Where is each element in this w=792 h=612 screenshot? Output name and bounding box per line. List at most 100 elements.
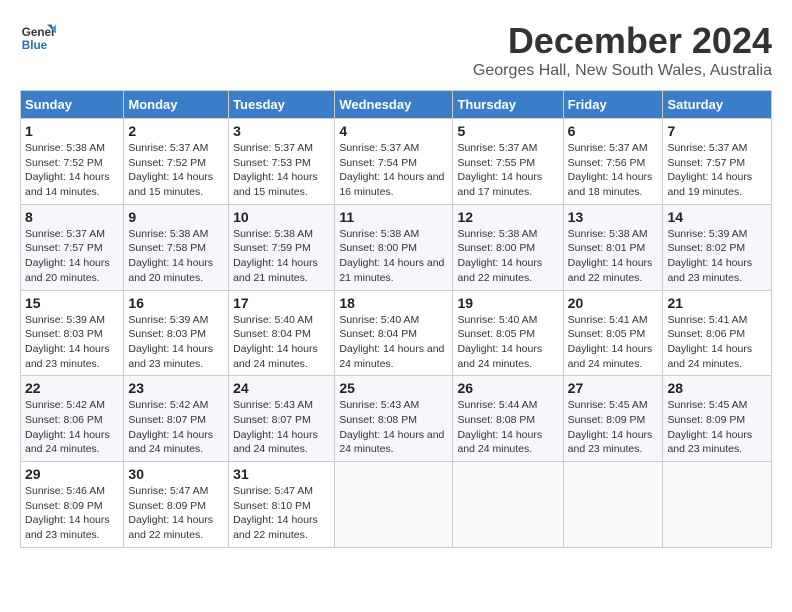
day-number: 8 [25,209,119,225]
calendar-cell: 5 Sunrise: 5:37 AMSunset: 7:55 PMDaylight… [453,119,563,205]
day-detail: Sunrise: 5:40 AMSunset: 8:05 PMDaylight:… [457,313,558,372]
day-number: 4 [339,123,448,139]
calendar-cell: 15 Sunrise: 5:39 AMSunset: 8:03 PMDayligh… [21,290,124,376]
day-number: 29 [25,466,119,482]
calendar-cell: 1 Sunrise: 5:38 AMSunset: 7:52 PMDaylight… [21,119,124,205]
day-detail: Sunrise: 5:43 AMSunset: 8:08 PMDaylight:… [339,398,448,457]
logo: General Blue [20,20,56,56]
header: General Blue December 2024 Georges Hall,… [20,20,772,80]
subtitle: Georges Hall, New South Wales, Australia [473,62,772,80]
col-wednesday: Wednesday [335,91,453,119]
col-thursday: Thursday [453,91,563,119]
calendar-cell: 16 Sunrise: 5:39 AMSunset: 8:03 PMDayligh… [124,290,229,376]
col-tuesday: Tuesday [229,91,335,119]
day-number: 17 [233,295,330,311]
day-detail: Sunrise: 5:46 AMSunset: 8:09 PMDaylight:… [25,484,119,543]
calendar-week-1: 1 Sunrise: 5:38 AMSunset: 7:52 PMDaylight… [21,119,772,205]
calendar-cell: 19 Sunrise: 5:40 AMSunset: 8:05 PMDayligh… [453,290,563,376]
day-detail: Sunrise: 5:37 AMSunset: 7:55 PMDaylight:… [457,141,558,200]
day-detail: Sunrise: 5:38 AMSunset: 8:00 PMDaylight:… [339,227,448,286]
day-detail: Sunrise: 5:40 AMSunset: 8:04 PMDaylight:… [339,313,448,372]
day-detail: Sunrise: 5:38 AMSunset: 7:59 PMDaylight:… [233,227,330,286]
day-number: 18 [339,295,448,311]
day-number: 15 [25,295,119,311]
header-row: Sunday Monday Tuesday Wednesday Thursday… [21,91,772,119]
calendar-cell: 31 Sunrise: 5:47 AMSunset: 8:10 PMDayligh… [229,462,335,548]
calendar-cell: 24 Sunrise: 5:43 AMSunset: 8:07 PMDayligh… [229,376,335,462]
calendar-week-3: 15 Sunrise: 5:39 AMSunset: 8:03 PMDayligh… [21,290,772,376]
month-title: December 2024 [473,20,772,62]
col-monday: Monday [124,91,229,119]
calendar-cell: 22 Sunrise: 5:42 AMSunset: 8:06 PMDayligh… [21,376,124,462]
calendar-cell: 2 Sunrise: 5:37 AMSunset: 7:52 PMDaylight… [124,119,229,205]
calendar-cell: 14Sunrise: 5:39 AMSunset: 8:02 PMDayligh… [663,204,772,290]
day-number: 10 [233,209,330,225]
day-detail: Sunrise: 5:47 AMSunset: 8:09 PMDaylight:… [128,484,224,543]
calendar-week-2: 8 Sunrise: 5:37 AMSunset: 7:57 PMDaylight… [21,204,772,290]
day-detail: Sunrise: 5:37 AMSunset: 7:52 PMDaylight:… [128,141,224,200]
calendar-cell: 9Sunrise: 5:38 AMSunset: 7:58 PMDaylight… [124,204,229,290]
day-detail: Sunrise: 5:38 AMSunset: 7:58 PMDaylight:… [128,227,224,286]
col-sunday: Sunday [21,91,124,119]
day-number: 11 [339,209,448,225]
day-detail: Sunrise: 5:38 AMSunset: 7:52 PMDaylight:… [25,141,119,200]
day-number: 26 [457,380,558,396]
day-number: 21 [667,295,767,311]
calendar-cell: 6Sunrise: 5:37 AMSunset: 7:56 PMDaylight… [563,119,663,205]
title-area: December 2024 Georges Hall, New South Wa… [473,20,772,80]
day-detail: Sunrise: 5:45 AMSunset: 8:09 PMDaylight:… [568,398,659,457]
svg-text:Blue: Blue [22,39,48,52]
calendar-week-5: 29 Sunrise: 5:46 AMSunset: 8:09 PMDayligh… [21,462,772,548]
calendar-cell: 30Sunrise: 5:47 AMSunset: 8:09 PMDayligh… [124,462,229,548]
calendar-cell: 28 Sunrise: 5:45 AMSunset: 8:09 PMDayligh… [663,376,772,462]
day-number: 5 [457,123,558,139]
day-number: 20 [568,295,659,311]
day-detail: Sunrise: 5:39 AMSunset: 8:03 PMDaylight:… [25,313,119,372]
day-number: 1 [25,123,119,139]
calendar-cell: 11 Sunrise: 5:38 AMSunset: 8:00 PMDayligh… [335,204,453,290]
col-friday: Friday [563,91,663,119]
day-number: 24 [233,380,330,396]
day-number: 16 [128,295,224,311]
calendar-cell: 13Sunrise: 5:38 AMSunset: 8:01 PMDayligh… [563,204,663,290]
calendar-cell: 20Sunrise: 5:41 AMSunset: 8:05 PMDayligh… [563,290,663,376]
calendar-cell [663,462,772,548]
day-number: 22 [25,380,119,396]
day-number: 7 [667,123,767,139]
calendar-cell: 12 Sunrise: 5:38 AMSunset: 8:00 PMDayligh… [453,204,563,290]
day-number: 28 [667,380,767,396]
day-number: 3 [233,123,330,139]
calendar-cell: 23 Sunrise: 5:42 AMSunset: 8:07 PMDayligh… [124,376,229,462]
day-detail: Sunrise: 5:42 AMSunset: 8:07 PMDaylight:… [128,398,224,457]
calendar-cell: 27 Sunrise: 5:45 AMSunset: 8:09 PMDayligh… [563,376,663,462]
calendar-cell: 17 Sunrise: 5:40 AMSunset: 8:04 PMDayligh… [229,290,335,376]
day-detail: Sunrise: 5:37 AMSunset: 7:57 PMDaylight:… [25,227,119,286]
day-number: 31 [233,466,330,482]
day-detail: Sunrise: 5:47 AMSunset: 8:10 PMDaylight:… [233,484,330,543]
day-number: 23 [128,380,224,396]
calendar-cell [335,462,453,548]
day-number: 2 [128,123,224,139]
calendar-cell [453,462,563,548]
day-detail: Sunrise: 5:38 AMSunset: 8:00 PMDaylight:… [457,227,558,286]
calendar-week-4: 22 Sunrise: 5:42 AMSunset: 8:06 PMDayligh… [21,376,772,462]
col-saturday: Saturday [663,91,772,119]
calendar-table: Sunday Monday Tuesday Wednesday Thursday… [20,90,772,548]
day-detail: Sunrise: 5:39 AMSunset: 8:03 PMDaylight:… [128,313,224,372]
day-detail: Sunrise: 5:37 AMSunset: 7:56 PMDaylight:… [568,141,659,200]
day-detail: Sunrise: 5:41 AMSunset: 8:06 PMDaylight:… [667,313,767,372]
day-detail: Sunrise: 5:42 AMSunset: 8:06 PMDaylight:… [25,398,119,457]
day-number: 14 [667,209,767,225]
day-detail: Sunrise: 5:43 AMSunset: 8:07 PMDaylight:… [233,398,330,457]
logo-icon: General Blue [20,20,56,56]
calendar-cell: 4Sunrise: 5:37 AMSunset: 7:54 PMDaylight… [335,119,453,205]
calendar-cell [563,462,663,548]
day-detail: Sunrise: 5:40 AMSunset: 8:04 PMDaylight:… [233,313,330,372]
day-number: 12 [457,209,558,225]
day-number: 19 [457,295,558,311]
day-number: 25 [339,380,448,396]
day-number: 27 [568,380,659,396]
calendar-cell: 18 Sunrise: 5:40 AMSunset: 8:04 PMDayligh… [335,290,453,376]
calendar-cell: 21 Sunrise: 5:41 AMSunset: 8:06 PMDayligh… [663,290,772,376]
day-detail: Sunrise: 5:45 AMSunset: 8:09 PMDaylight:… [667,398,767,457]
